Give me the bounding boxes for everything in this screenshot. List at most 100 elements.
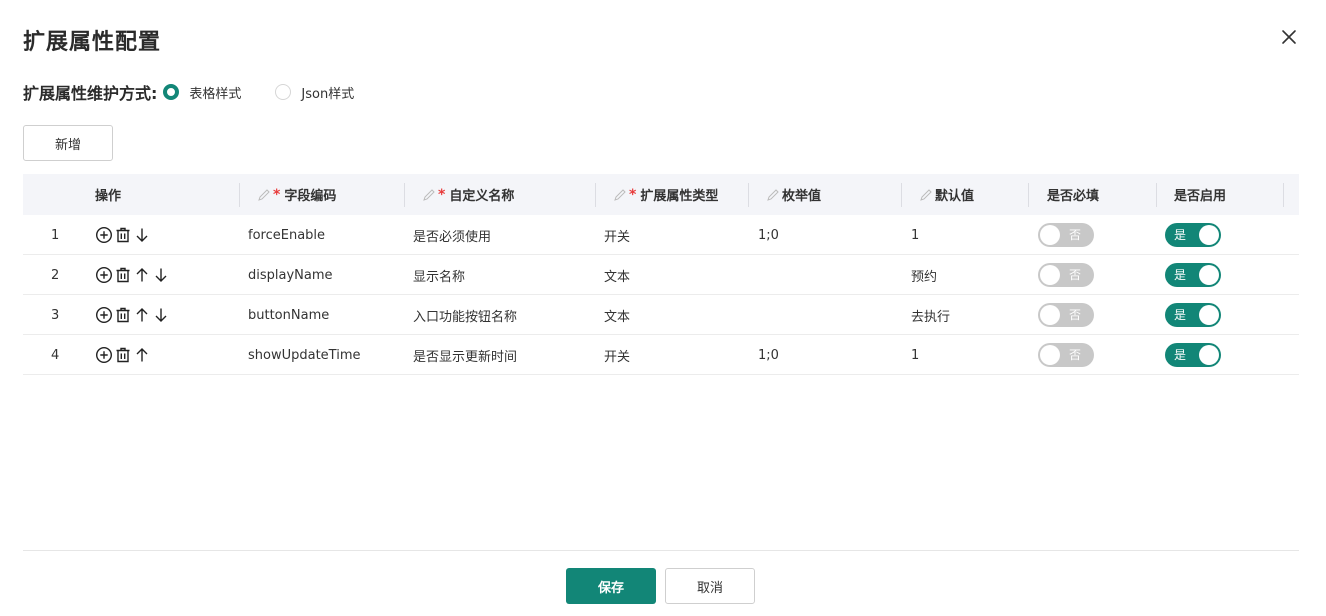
add-row-icon[interactable] (95, 266, 113, 284)
enum-value-cell[interactable]: 1;0 (758, 335, 779, 375)
radio-table-style[interactable]: 表格样式 (163, 83, 241, 102)
column-header-enum-value: 枚举值 (766, 174, 821, 215)
field-code-cell[interactable]: buttonName (248, 295, 329, 335)
column-header-default-value: 默认值 (919, 174, 974, 215)
toggle-knob (1040, 305, 1060, 325)
toggle-label: 是 (1174, 348, 1187, 362)
column-header-label: 扩展属性类型 (640, 189, 719, 204)
field-code-cell[interactable]: forceEnable (248, 215, 325, 255)
required-star-icon: * (438, 186, 446, 203)
column-header-label: 枚举值 (782, 189, 822, 204)
toggle-knob (1040, 265, 1060, 285)
toggle-knob (1199, 345, 1219, 365)
required-cell: 否 (1038, 255, 1094, 295)
column-header-ops: 操作 (95, 174, 121, 215)
column-separator (1028, 183, 1029, 207)
required-toggle[interactable]: 否 (1038, 223, 1094, 247)
toggle-knob (1040, 225, 1060, 245)
radio-dot[interactable] (275, 84, 292, 100)
custom-name-cell[interactable]: 是否必须使用 (413, 215, 491, 255)
custom-name-cell[interactable]: 是否显示更新时间 (413, 335, 517, 375)
required-star-icon: * (273, 186, 281, 203)
move-up-icon[interactable] (133, 266, 151, 284)
default-value-cell[interactable]: 1 (911, 215, 919, 255)
delete-icon[interactable] (114, 346, 132, 364)
column-header-label: 字段编码 (284, 189, 337, 204)
delete-icon[interactable] (114, 266, 132, 284)
custom-name-cell[interactable]: 显示名称 (413, 255, 465, 295)
column-header-required: 是否必填 (1047, 174, 1099, 215)
custom-name-cell[interactable]: 入口功能按钮名称 (413, 295, 517, 335)
default-value-cell[interactable]: 1 (911, 335, 919, 375)
pencil-icon (423, 188, 435, 201)
field-code-cell[interactable]: showUpdateTime (248, 335, 361, 375)
column-header-custom-name: * 自定义名称 (422, 174, 514, 215)
required-toggle[interactable]: 否 (1038, 343, 1094, 367)
move-up-icon[interactable] (133, 346, 151, 364)
enum-value-cell[interactable]: 1;0 (758, 215, 779, 255)
required-toggle[interactable]: 否 (1038, 303, 1094, 327)
column-header-enabled: 是否启用 (1174, 174, 1226, 215)
move-down-icon[interactable] (152, 306, 170, 324)
table-row: 2 displayName 显示名称 文本 预约 否 是 (23, 255, 1299, 295)
row-actions (95, 335, 152, 375)
enabled-cell: 是 (1165, 215, 1221, 255)
dialog-title: 扩展属性配置 (23, 30, 162, 55)
pencil-icon (767, 188, 779, 201)
radio-dot[interactable] (163, 84, 180, 100)
delete-icon[interactable] (114, 306, 132, 324)
radio-label-json-style: Json样式 (301, 86, 355, 102)
toggle-label: 否 (1068, 228, 1081, 242)
cancel-button[interactable]: 取消 (665, 568, 755, 604)
add-row-icon[interactable] (95, 226, 113, 244)
column-header-label: 操作 (95, 189, 122, 204)
delete-icon[interactable] (114, 226, 132, 244)
row-actions (95, 255, 171, 295)
row-index: 4 (51, 347, 60, 363)
attr-type-cell[interactable]: 文本 (604, 255, 630, 295)
enabled-cell: 是 (1165, 255, 1221, 295)
enabled-cell: 是 (1165, 295, 1221, 335)
move-up-icon[interactable] (133, 306, 151, 324)
toggle-knob (1199, 265, 1219, 285)
radio-json-style[interactable]: Json样式 (275, 83, 354, 102)
enabled-toggle[interactable]: 是 (1165, 343, 1221, 367)
attr-type-cell[interactable]: 开关 (604, 215, 630, 255)
add-button[interactable]: 新增 (23, 125, 113, 161)
move-down-icon[interactable] (152, 266, 170, 284)
column-header-attr-type: * 扩展属性类型 (613, 174, 718, 215)
default-value-cell[interactable]: 去执行 (911, 295, 950, 335)
move-down-icon[interactable] (133, 226, 151, 244)
required-toggle[interactable]: 否 (1038, 263, 1094, 287)
maintenance-mode-row: 扩展属性维护方式: 表格样式 Json样式 (23, 80, 354, 104)
row-index: 1 (51, 227, 60, 243)
toggle-label: 是 (1174, 228, 1187, 242)
table-body: 1 forceEnable 是否必须使用 开关 1;0 1 否是 2 displayName 显示… (23, 215, 1299, 375)
add-row-icon[interactable] (95, 346, 113, 364)
close-icon[interactable] (1278, 26, 1300, 48)
row-index: 2 (51, 267, 60, 283)
save-button[interactable]: 保存 (566, 568, 656, 604)
field-code-cell[interactable]: displayName (248, 255, 333, 295)
radio-label-table-style: 表格样式 (189, 86, 242, 102)
attr-type-cell[interactable]: 开关 (604, 335, 630, 375)
table-row: 1 forceEnable 是否必须使用 开关 1;0 1 否 是 (23, 215, 1299, 255)
enabled-toggle[interactable]: 是 (1165, 223, 1221, 247)
default-value-cell[interactable]: 预约 (911, 255, 937, 295)
enabled-toggle[interactable]: 是 (1165, 303, 1221, 327)
column-header-label: 自定义名称 (449, 189, 515, 204)
row-actions (95, 215, 152, 255)
add-row-icon[interactable] (95, 306, 113, 324)
pencil-icon (920, 188, 932, 201)
toggle-knob (1199, 225, 1219, 245)
required-star-icon: * (629, 186, 637, 203)
required-cell: 否 (1038, 215, 1094, 255)
required-cell: 否 (1038, 295, 1094, 335)
enabled-toggle[interactable]: 是 (1165, 263, 1221, 287)
column-separator (595, 183, 596, 207)
column-separator (1283, 183, 1284, 207)
toggle-knob (1199, 305, 1219, 325)
table-row: 4 showUpdateTime 是否显示更新时间 开关 1;0 1 否 是 (23, 335, 1299, 375)
toggle-label: 是 (1174, 268, 1187, 282)
attr-type-cell[interactable]: 文本 (604, 295, 630, 335)
